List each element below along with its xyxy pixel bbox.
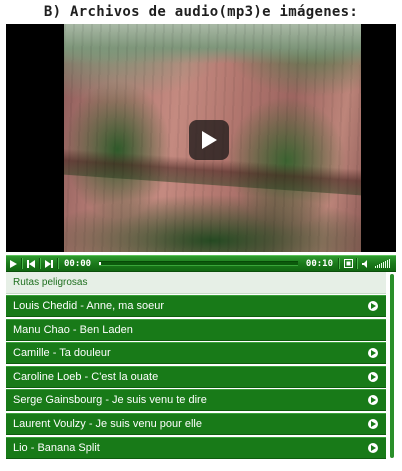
scrollbar-thumb[interactable] xyxy=(390,274,394,458)
playlist-item[interactable]: Camille - Ta douleur xyxy=(6,342,386,365)
playlist-item-label: Serge Gainsbourg - Je suis venu te dire xyxy=(13,394,207,407)
seek-bar-fill xyxy=(99,262,102,265)
chevron-right-icon xyxy=(368,442,378,453)
divider xyxy=(356,258,358,269)
chevron-right-icon xyxy=(368,348,378,359)
chevron-right-icon xyxy=(368,301,378,311)
player-controlbar: 00:00 00:10 xyxy=(6,255,396,272)
playlist: Rutas peligrosas Louis Chedid - Anne, ma… xyxy=(6,272,396,465)
seek-bar[interactable] xyxy=(99,261,298,266)
mute-button[interactable] xyxy=(359,256,373,271)
playlist-item[interactable]: Louis Chedid - Anne, ma soeur xyxy=(6,295,386,317)
chevron-right-icon xyxy=(368,371,378,382)
playlist-item[interactable]: Caroline Loeb - C'est la ouate xyxy=(6,365,386,388)
playlist-scrollbar[interactable] xyxy=(388,272,396,465)
current-time: 00:00 xyxy=(64,258,92,269)
volume-icon xyxy=(362,259,367,268)
divider xyxy=(21,258,23,269)
fullscreen-icon xyxy=(343,259,353,268)
divider xyxy=(57,258,59,269)
big-play-button[interactable] xyxy=(189,120,229,160)
playlist-item[interactable]: Lio - Banana Split xyxy=(6,436,386,459)
playlist-item[interactable]: Serge Gainsbourg - Je suis venu te dire xyxy=(6,389,386,412)
playlist-item-label: Lio - Banana Split xyxy=(13,441,100,454)
divider xyxy=(338,258,340,269)
next-icon xyxy=(45,259,53,268)
media-player xyxy=(6,24,396,252)
duration-time: 00:10 xyxy=(305,258,333,269)
playlist-item-label: Camille - Ta douleur xyxy=(13,347,111,360)
playlist-item-label: Louis Chedid - Anne, ma soeur xyxy=(13,300,165,312)
playlist-item-label: Laurent Voulzy - Je suis venu pour elle xyxy=(13,417,202,430)
playlist-items: Louis Chedid - Anne, ma soeur Manu Chao … xyxy=(6,295,386,460)
play-icon xyxy=(9,259,17,268)
playlist-item-label: Manu Chao - Ben Laden xyxy=(13,323,133,336)
next-button[interactable] xyxy=(42,256,56,271)
playlist-item[interactable]: Manu Chao - Ben Laden xyxy=(6,318,386,341)
volume-slider[interactable] xyxy=(375,259,390,268)
playlist-item-label: Caroline Loeb - C'est la ouate xyxy=(13,370,159,383)
chevron-right-icon xyxy=(368,395,378,406)
play-icon xyxy=(202,131,217,149)
chevron-right-icon xyxy=(368,418,378,429)
fullscreen-button[interactable] xyxy=(341,256,355,271)
divider xyxy=(39,258,41,269)
section-heading: B) Archivos de audio(mp3)e imágenes: xyxy=(43,4,359,20)
playlist-item[interactable]: Laurent Voulzy - Je suis venu pour elle xyxy=(6,412,386,435)
prev-icon xyxy=(27,259,35,268)
previous-button[interactable] xyxy=(24,256,38,271)
playlist-title: Rutas peligrosas xyxy=(6,272,386,294)
play-button[interactable] xyxy=(6,256,20,271)
